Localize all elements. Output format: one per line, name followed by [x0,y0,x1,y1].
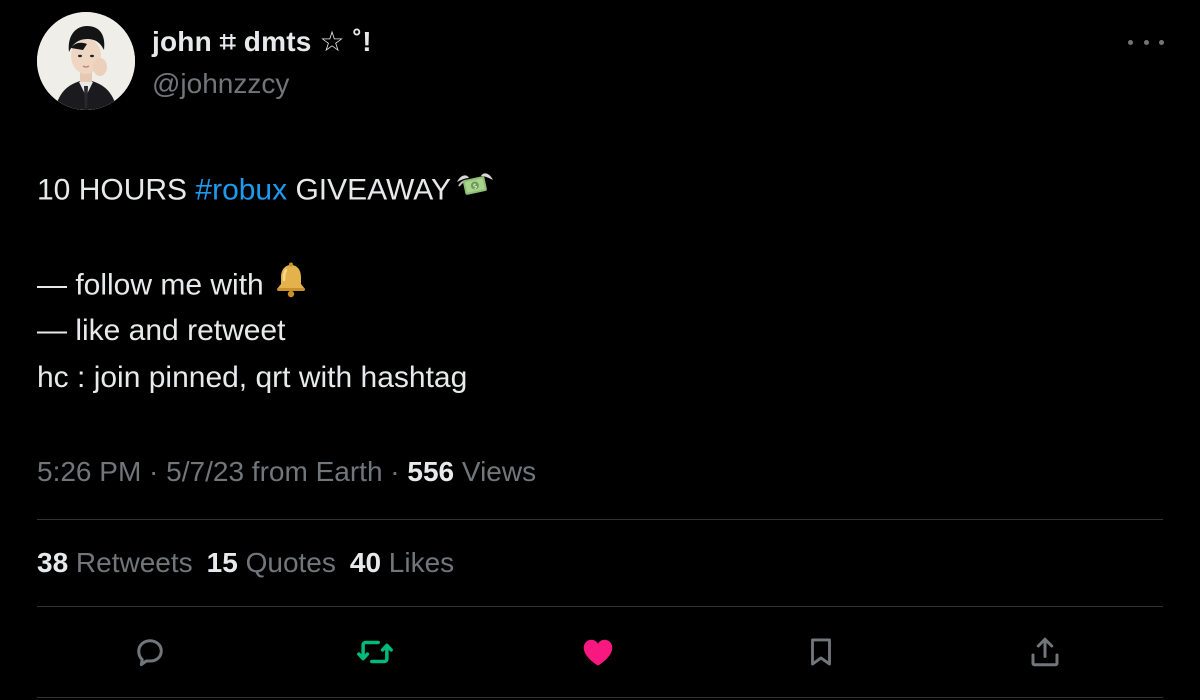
views-count: 556 [407,456,455,487]
bookmark-button[interactable] [801,632,841,672]
likes-count: 40 [349,547,382,578]
more-dot-icon [1143,39,1149,45]
quotes-label: Quotes [237,547,336,578]
engagement-stats: 38 Retweets 15 Quotes 40 Likes [37,543,468,583]
retweet-button[interactable] [355,632,395,672]
tweet-text-line-3: — like and retweet [37,314,286,347]
meta-separator: · [141,456,167,487]
likes-stat[interactable]: 40 Likes [350,547,454,578]
more-dot-icon [1128,39,1133,45]
views-label: Views [454,456,537,487]
tweet-text-suffix: GIVEAWAY [287,173,452,207]
tweet-date[interactable]: 5/7/23 [166,456,244,487]
tweet-text-prefix: 10 HOURS [37,173,196,207]
tweet-time[interactable]: 5:26 PM [37,456,141,487]
tweet-source: from Earth [244,456,383,487]
more-dot-icon [1159,39,1164,45]
divider [37,606,1163,607]
meta-separator: · [382,456,408,487]
tweet-text-follow: — follow me with [37,268,264,302]
retweets-stat[interactable]: 38 Retweets [37,547,193,578]
reply-icon [137,639,163,667]
hashtag-link[interactable]: #robux [195,173,287,206]
tweet-text-line-1: 10 HOURS #robux GIVEAWAY $ [37,168,495,215]
tweet-detail: john ⌗ dmts ☆ ˚! @johnzzcy 10 HOURS #rob… [0,0,1200,700]
quotes-stat[interactable]: 15 Quotes [207,547,336,578]
retweets-label: Retweets [68,547,193,578]
money-with-wings-icon: $ [455,168,495,215]
tweet-text-line-4: hc : join pinned, qrt with hashtag [37,361,468,394]
divider [37,697,1163,698]
more-options-button[interactable] [1128,30,1164,54]
share-icon [1031,637,1059,667]
share-button[interactable] [1025,632,1065,672]
display-name[interactable]: john ⌗ dmts ☆ ˚! [152,22,372,62]
avatar[interactable] [37,12,135,110]
quotes-count: 15 [206,547,238,578]
bell-icon [274,262,308,311]
reply-button[interactable] [130,632,170,672]
retweet-icon [357,640,393,664]
tweet-text-line-2: — follow me with [37,262,308,311]
like-button[interactable] [578,632,618,672]
divider [37,519,1163,520]
likes-label: Likes [381,547,455,578]
bookmark-icon [811,638,831,666]
heart-icon [583,639,613,666]
user-handle[interactable]: @johnzzcy [152,64,289,104]
retweets-count: 38 [37,547,69,578]
tweet-meta: 5:26 PM · 5/7/23 from Earth · 556 Views [37,452,536,492]
